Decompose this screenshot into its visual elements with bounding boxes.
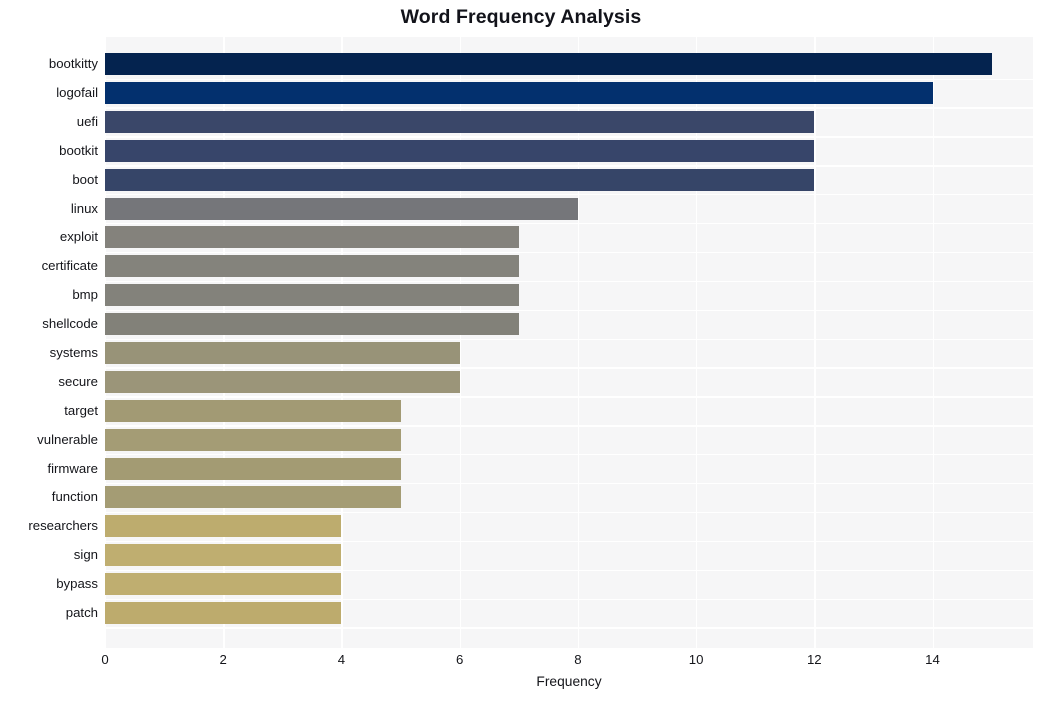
bar <box>105 486 401 509</box>
x-axis-title: Frequency <box>536 674 602 689</box>
vertical-gridline <box>814 37 816 648</box>
y-axis-tick-label: bypass <box>56 576 98 592</box>
y-axis-tick-label: shellcode <box>42 316 98 332</box>
horizontal-gridline <box>105 367 1033 369</box>
y-axis-tick-label: bootkit <box>59 142 98 158</box>
x-axis-tick-label: 10 <box>688 652 704 667</box>
word-frequency-chart-figure: Word Frequency Analysis bootkitty logofai… <box>0 0 1042 701</box>
bar <box>105 110 815 133</box>
horizontal-gridline <box>105 280 1033 283</box>
horizontal-gridline <box>105 598 1033 600</box>
y-axis-tick-label: systems <box>49 345 98 361</box>
y-axis-tick-label: bootkitty <box>48 56 98 72</box>
y-axis-tick-label: uefi <box>76 113 98 129</box>
y-axis-tick-label: sign <box>73 547 98 563</box>
horizontal-gridline <box>105 396 1033 398</box>
x-axis-tick-labels: 0 2 4 6 8 10 12 14 <box>0 652 1042 672</box>
horizontal-gridline <box>105 78 1033 80</box>
y-axis-tick-label: firmware <box>47 460 98 476</box>
bar <box>105 197 578 220</box>
y-axis-tick-label: exploit <box>59 229 98 245</box>
bar <box>105 457 401 480</box>
y-axis-tick-label: secure <box>58 373 98 389</box>
bar <box>105 284 519 307</box>
horizontal-gridline <box>105 425 1033 427</box>
x-axis-tick-label: 8 <box>574 652 582 667</box>
y-axis-tick-label: linux <box>70 200 98 216</box>
y-axis-tick-label: patch <box>65 605 98 621</box>
y-axis-tick-label: logofail <box>56 85 98 101</box>
bar <box>105 313 519 336</box>
horizontal-gridline <box>105 223 1033 225</box>
y-axis-tick-label: boot <box>72 171 98 187</box>
x-axis-tick-label: 0 <box>101 652 109 667</box>
horizontal-gridline <box>105 107 1033 109</box>
bar <box>105 139 815 162</box>
x-axis-tick-label: 4 <box>337 652 346 667</box>
bar <box>105 399 401 422</box>
horizontal-gridline <box>105 165 1033 167</box>
horizontal-gridline <box>105 569 1033 571</box>
vertical-gridline <box>932 37 934 648</box>
bar <box>105 255 519 278</box>
horizontal-gridline <box>105 454 1033 456</box>
horizontal-gridline <box>105 136 1033 138</box>
horizontal-gridline <box>105 251 1033 254</box>
horizontal-gridline <box>105 338 1033 340</box>
horizontal-gridline <box>105 309 1033 311</box>
y-axis-tick-label: researchers <box>28 518 98 534</box>
y-axis-tick-labels: bootkitty logofail uefi bootkit boot linux exp… <box>0 37 98 648</box>
bar <box>105 573 342 596</box>
horizontal-gridline <box>105 194 1033 196</box>
horizontal-gridline <box>105 540 1033 543</box>
y-axis-tick-label: certificate <box>41 258 98 274</box>
horizontal-gridline <box>105 483 1033 485</box>
bar <box>105 428 401 451</box>
y-axis-tick-label: function <box>51 489 98 505</box>
x-axis-tick-label: 6 <box>455 652 464 667</box>
bar <box>105 370 460 393</box>
bar <box>105 544 342 567</box>
bar <box>105 82 933 105</box>
bar <box>105 602 342 625</box>
bar <box>105 342 460 365</box>
x-axis-tick-label: 2 <box>219 652 227 667</box>
horizontal-gridline <box>105 627 1033 629</box>
y-axis-tick-label: target <box>64 402 98 418</box>
x-axis-tick-label: 14 <box>925 652 940 667</box>
y-axis-tick-label: bmp <box>72 287 98 303</box>
horizontal-gridline <box>105 511 1033 514</box>
bar <box>105 53 992 76</box>
page-title: Word Frequency Analysis <box>400 6 642 28</box>
x-axis-tick-label: 12 <box>806 652 822 667</box>
bar <box>105 168 815 191</box>
bar <box>105 515 342 538</box>
bar <box>105 226 519 249</box>
y-axis-tick-label: vulnerable <box>37 431 98 447</box>
plot-area <box>105 37 1033 648</box>
